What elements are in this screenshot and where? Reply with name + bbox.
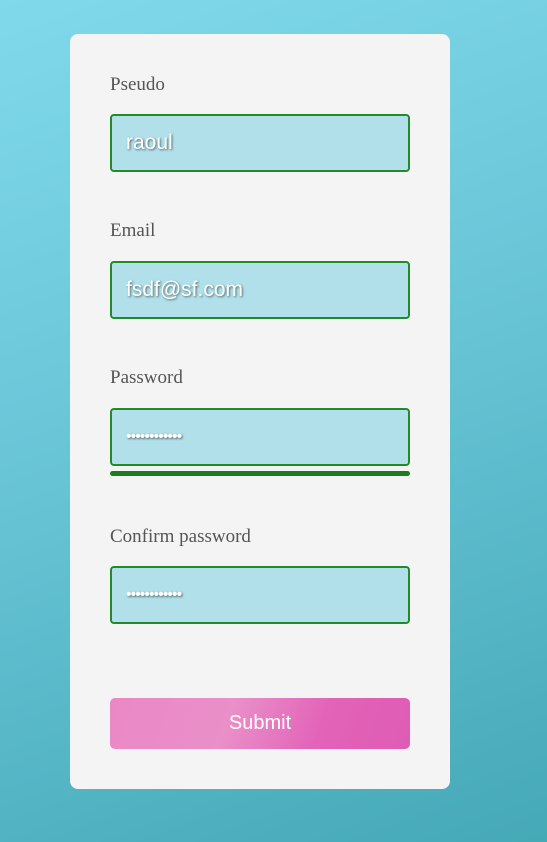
pseudo-input[interactable] — [110, 114, 410, 172]
pseudo-label: Pseudo — [110, 74, 165, 95]
confirm-password-input[interactable] — [110, 566, 410, 624]
password-label: Password — [110, 367, 183, 388]
email-input[interactable] — [110, 261, 410, 319]
password-input[interactable] — [110, 408, 410, 466]
confirm-password-label: Confirm password — [110, 526, 251, 547]
submit-button[interactable]: Submit — [110, 698, 410, 749]
email-label: Email — [110, 220, 156, 241]
password-strength-bar — [110, 471, 410, 476]
signup-form-card: Pseudo Email Password Confirm password S… — [70, 34, 450, 789]
